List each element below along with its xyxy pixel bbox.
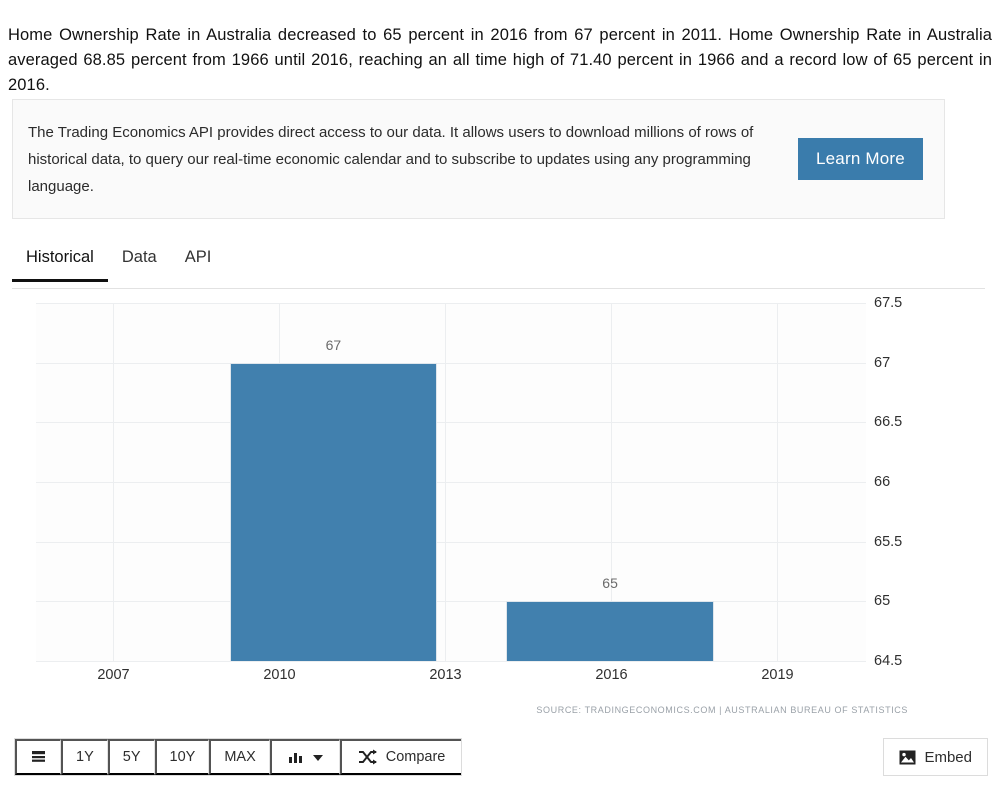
bar-value-label: 67	[325, 336, 342, 353]
chart-toolbar: 1Y 5Y 10Y MAX Compare	[14, 738, 463, 776]
chart-source-note: SOURCE: TRADINGECONOMICS.COM | AUSTRALIA…	[536, 705, 908, 715]
y-axis-tick-label: 65	[874, 593, 891, 610]
range-5y-button[interactable]: 5Y	[107, 739, 155, 775]
gridline-horizontal	[36, 362, 866, 364]
tab-historical[interactable]: Historical	[12, 244, 108, 282]
tab-bar: Historical Data API	[12, 244, 985, 289]
chart-bar[interactable]	[229, 362, 438, 661]
gridline-vertical	[445, 303, 447, 661]
list-icon	[30, 749, 47, 766]
gridline-horizontal	[36, 541, 866, 543]
gridline-horizontal	[36, 601, 866, 603]
api-promo-text: The Trading Economics API provides direc…	[28, 123, 754, 195]
image-icon	[899, 750, 916, 765]
bar-value-label: 65	[602, 575, 618, 592]
chart-plot-area[interactable]: 67 65	[36, 303, 866, 662]
range-1y-button[interactable]: 1Y	[61, 739, 108, 775]
x-axis-tick-label: 2007	[97, 667, 130, 683]
gridline-vertical	[777, 303, 779, 661]
embed-button[interactable]: Embed	[883, 738, 988, 776]
chevron-down-icon	[312, 754, 323, 761]
bar-chart-icon	[288, 750, 304, 765]
y-axis-tick-label: 64.5	[874, 653, 903, 669]
tab-api[interactable]: API	[171, 244, 226, 281]
compare-button[interactable]: Compare	[339, 739, 462, 775]
y-axis-tick-label: 66.5	[874, 414, 903, 431]
gridline-horizontal	[36, 422, 866, 424]
chart-type-dropdown[interactable]	[269, 739, 340, 775]
x-axis-tick-label: 2010	[263, 667, 296, 683]
y-axis-tick-label: 67	[874, 354, 891, 371]
x-axis-tick-label: 2013	[429, 667, 462, 683]
embed-label: Embed	[924, 748, 972, 766]
learn-more-button[interactable]: Learn More	[798, 138, 923, 180]
x-axis-tick-label: 2016	[595, 667, 628, 683]
tab-data[interactable]: Data	[108, 244, 171, 281]
y-axis-tick-label: 65.5	[874, 533, 903, 550]
page-root: Home Ownership Rate in Australia decreas…	[0, 0, 1000, 802]
range-max-button[interactable]: MAX	[209, 739, 270, 775]
chart-container[interactable]: 67 65 67.5 67 66.5 66 65.5 65 64.5 2007 2010 2013 2…	[0, 295, 1000, 735]
gridline-horizontal	[36, 482, 866, 483]
shuffle-icon	[358, 749, 377, 765]
intro-paragraph: Home Ownership Rate in Australia decreas…	[8, 25, 992, 94]
gridline-horizontal	[36, 303, 866, 304]
gridline-horizontal	[36, 661, 866, 662]
api-promo-banner: The Trading Economics API provides direc…	[12, 99, 945, 219]
x-axis-tick-label: 2019	[761, 667, 794, 683]
y-axis-tick-label: 66	[874, 474, 891, 490]
y-axis-tick-label: 67.5	[874, 295, 903, 311]
compare-label: Compare	[385, 749, 446, 765]
list-view-button[interactable]	[15, 739, 61, 775]
gridline-vertical	[113, 303, 115, 661]
range-10y-button[interactable]: 10Y	[154, 739, 210, 775]
chart-bar[interactable]	[506, 601, 714, 661]
